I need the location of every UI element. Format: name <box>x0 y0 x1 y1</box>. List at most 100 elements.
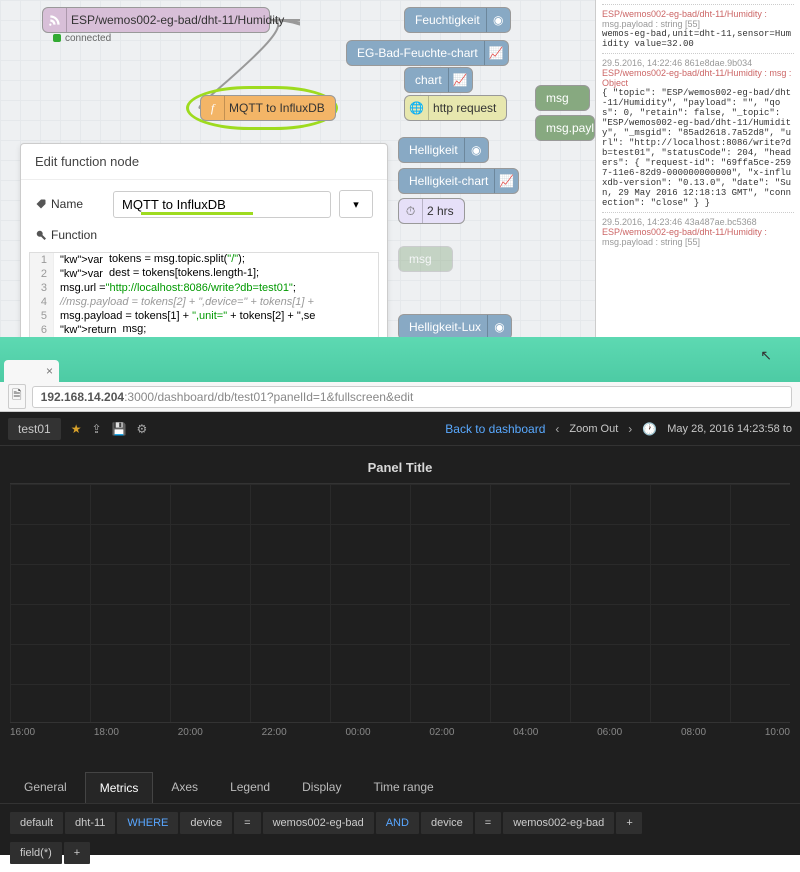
seg-tagkey2[interactable]: device <box>421 812 473 834</box>
seg-eq2[interactable]: = <box>475 812 501 834</box>
x-tick: 18:00 <box>94 727 119 738</box>
chart-icon: 📈 <box>494 169 518 193</box>
feuchtigkeit-node[interactable]: Feuchtigkeit ◉ <box>404 7 511 33</box>
function-node[interactable]: f MQTT to InfluxDB <box>200 95 336 121</box>
chart-node[interactable]: chart 📈 <box>404 67 473 93</box>
x-tick: 16:00 <box>10 727 35 738</box>
function-icon: f <box>201 96 225 120</box>
nodered-canvas[interactable]: ESP/wemos002-eg-bad/dht-11/Humidity conn… <box>0 0 800 337</box>
code-line[interactable]: 4//msg.payload = tokens[2] + ",device=" … <box>30 295 378 309</box>
code-editor[interactable]: 1"kw">var tokens = msg.topic.split("/");… <box>29 252 379 337</box>
chart-area[interactable] <box>10 483 790 723</box>
debug-entry[interactable]: ESP/wemos002-eg-bad/dht-11/Humidity :msg… <box>602 4 794 53</box>
debug-sidebar[interactable]: ESP/wemos002-eg-bad/dht-11/Humidity :msg… <box>595 0 800 337</box>
timer-icon: ⏱ <box>399 199 423 223</box>
chart-icon: 📈 <box>484 41 508 65</box>
editor-tabs: GeneralMetricsAxesLegendDisplayTime rang… <box>10 772 790 803</box>
debug-payload-node[interactable]: msg.payl <box>535 115 595 141</box>
panel-title[interactable]: Panel Title <box>0 446 800 483</box>
helligkeit-lux-node[interactable]: Helligkeit-Lux ◉ <box>398 314 512 337</box>
tag-icon <box>35 198 47 210</box>
address-bar: 🗎 192.168.14.204:3000/dashboard/db/test0… <box>0 382 800 412</box>
x-tick: 10:00 <box>765 727 790 738</box>
gauge-icon: ◉ <box>487 315 511 337</box>
seg-tagval2[interactable]: wemos002-eg-bad <box>503 812 614 834</box>
node-label: msg <box>546 91 569 105</box>
code-line[interactable]: 5msg.payload = tokens[1] + ",unit=" + to… <box>30 309 378 323</box>
debug-msg-node[interactable]: msg <box>535 85 590 111</box>
x-tick: 22:00 <box>262 727 287 738</box>
code-line[interactable]: 3msg.url ="http://localhost:8086/write?d… <box>30 281 378 295</box>
helligkeit-node[interactable]: Helligkeit ◉ <box>398 137 489 163</box>
panel-title: Edit function node <box>21 144 387 180</box>
grafana-panel-editor: test01 ★ ⇪ 💾 ⚙ Back to dashboard ‹ Zoom … <box>0 412 800 855</box>
add-field-button[interactable]: + <box>64 842 90 864</box>
debug-disabled-node[interactable]: msg <box>398 246 453 272</box>
code-line[interactable]: 6"kw">return msg; <box>30 323 378 337</box>
back-to-dashboard-link[interactable]: Back to dashboard <box>445 422 545 436</box>
node-label: msg.payl <box>546 121 594 135</box>
x-tick: 08:00 <box>681 727 706 738</box>
x-axis: 16:0018:0020:0022:0000:0002:0004:0006:00… <box>0 723 800 742</box>
delay-node[interactable]: ⏱ 2 hrs <box>398 198 465 224</box>
save-icon[interactable]: 💾 <box>112 422 127 436</box>
node-label: Helligkeit <box>409 143 458 157</box>
seg-measurement[interactable]: dht-11 <box>65 812 115 834</box>
url-input[interactable]: 192.168.14.204:3000/dashboard/db/test01?… <box>32 386 792 408</box>
tab-metrics[interactable]: Metrics <box>85 772 154 803</box>
edit-function-panel: Edit function node Name ▾ Function 1"kw"… <box>20 143 388 337</box>
x-tick: 20:00 <box>178 727 203 738</box>
tab-axes[interactable]: Axes <box>157 772 212 803</box>
http-request-node[interactable]: 🌐 http request <box>404 95 507 121</box>
underline-highlight <box>141 212 253 215</box>
debug-entry[interactable]: 29.5.2016, 14:23:46 43a487ae.bc5368ESP/w… <box>602 212 794 251</box>
node-status: connected <box>53 33 111 44</box>
seg-tagkey1[interactable]: device <box>180 812 232 834</box>
url-path: :3000/dashboard/db/test01?panelId=1&full… <box>124 390 413 404</box>
tab-time-range[interactable]: Time range <box>359 772 447 803</box>
mqtt-in-node[interactable]: ESP/wemos002-eg-bad/dht-11/Humidity conn… <box>42 7 270 33</box>
helligkeit-chart-node[interactable]: Helligkeit-chart 📈 <box>398 168 519 194</box>
star-icon[interactable]: ★ <box>71 422 82 436</box>
chart-icon: 📈 <box>448 68 472 92</box>
code-line[interactable]: 2"kw">var dest = tokens[tokens.length-1]… <box>30 267 378 281</box>
chevron-left-icon[interactable]: ‹ <box>555 422 559 436</box>
query-row-from: default dht-11 WHERE device = wemos002-e… <box>0 803 800 842</box>
x-tick: 00:00 <box>346 727 371 738</box>
seg-field[interactable]: field(*) <box>10 842 62 864</box>
browser-tab[interactable]: × <box>4 360 59 382</box>
mouse-cursor: ↖ <box>760 347 772 364</box>
dashboard-name[interactable]: test01 <box>8 418 61 440</box>
x-tick: 02:00 <box>429 727 454 738</box>
clock-icon: 🕐 <box>642 422 657 436</box>
url-host: 192.168.14.204 <box>41 390 124 404</box>
tab-legend[interactable]: Legend <box>216 772 284 803</box>
seg-default[interactable]: default <box>10 812 63 834</box>
grafana-top-bar: test01 ★ ⇪ 💾 ⚙ Back to dashboard ‹ Zoom … <box>0 412 800 446</box>
seg-tagval1[interactable]: wemos002-eg-bad <box>263 812 374 834</box>
function-label: Function <box>35 228 105 242</box>
share-icon[interactable]: ⇪ <box>91 422 101 436</box>
browser-tab-bar: × ↖ <box>0 337 800 382</box>
name-label: Name <box>35 197 105 211</box>
chevron-right-icon[interactable]: › <box>628 422 632 436</box>
node-label: EG-Bad-Feuchte-chart <box>357 46 478 60</box>
node-label: Helligkeit-chart <box>409 174 488 188</box>
feuchte-chart-node[interactable]: EG-Bad-Feuchte-chart 📈 <box>346 40 509 66</box>
seg-eq1[interactable]: = <box>234 812 260 834</box>
bookmark-button[interactable]: ▾ <box>339 190 373 218</box>
seg-where: WHERE <box>117 812 178 834</box>
tab-general[interactable]: General <box>10 772 81 803</box>
gauge-icon: ◉ <box>486 8 510 32</box>
settings-icon[interactable]: ⚙ <box>136 422 147 436</box>
zoom-out-button[interactable]: Zoom Out <box>569 423 618 435</box>
code-line[interactable]: 1"kw">var tokens = msg.topic.split("/"); <box>30 253 378 267</box>
node-label: chart <box>415 73 442 87</box>
debug-entry[interactable]: 29.5.2016, 14:22:46 861e8dae.9b034ESP/we… <box>602 53 794 212</box>
time-range-display[interactable]: May 28, 2016 14:23:58 to <box>667 423 792 435</box>
x-tick: 04:00 <box>513 727 538 738</box>
add-condition-button[interactable]: + <box>616 812 642 834</box>
node-label: Feuchtigkeit <box>415 13 480 27</box>
tab-display[interactable]: Display <box>288 772 355 803</box>
node-label: Helligkeit-Lux <box>409 320 481 334</box>
